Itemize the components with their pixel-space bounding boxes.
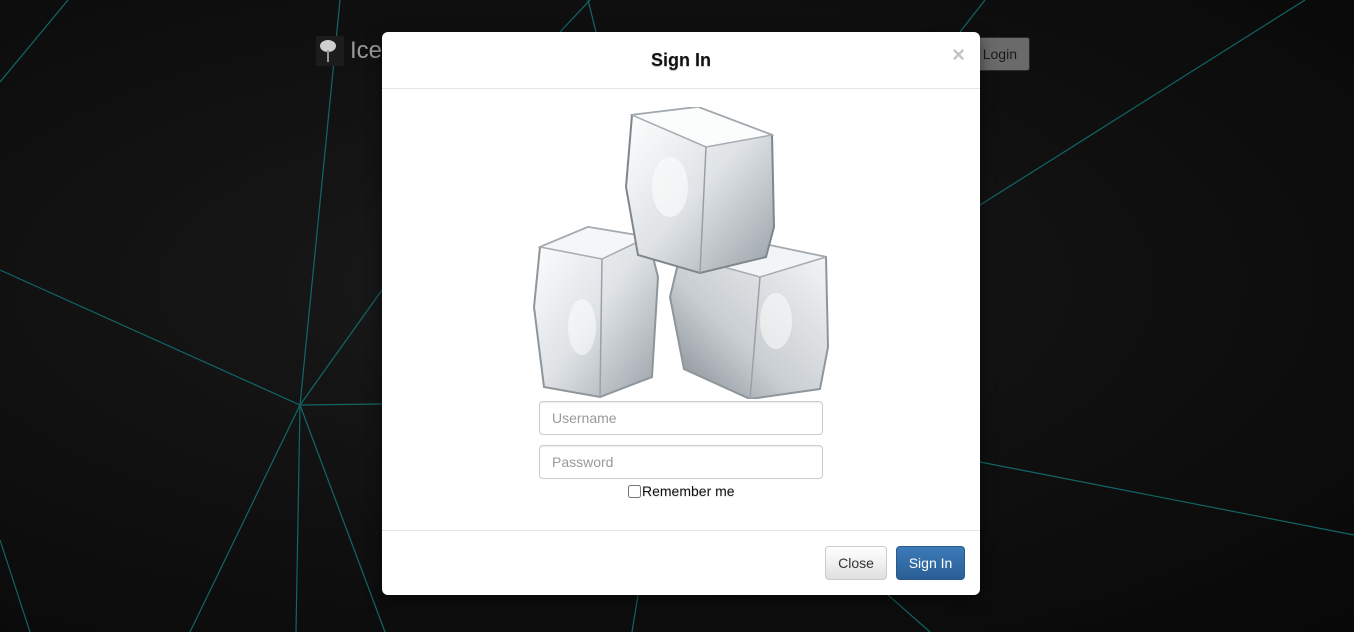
sign-in-button[interactable]: Sign In	[896, 546, 965, 580]
remember-me-checkbox[interactable]	[628, 484, 641, 498]
modal-header: Sign In ×	[382, 32, 980, 89]
ice-cream-icon	[316, 36, 344, 66]
username-input[interactable]	[539, 401, 823, 435]
brand-name: Ice	[350, 37, 383, 64]
modal-body: Remember me	[382, 89, 980, 530]
modal-footer: Close Sign In	[382, 530, 980, 595]
close-button[interactable]: Close	[825, 546, 887, 580]
ice-cubes-image	[532, 107, 830, 399]
modal-title: Sign In	[651, 49, 711, 70]
brand[interactable]: Ice	[316, 36, 382, 66]
remember-me[interactable]: Remember me	[628, 483, 735, 499]
close-icon[interactable]: ×	[952, 44, 965, 66]
sign-in-modal: Sign In × Username Remember me Close Sig…	[382, 32, 980, 595]
remember-me-label: Remember me	[642, 483, 735, 499]
password-input[interactable]	[539, 445, 823, 479]
